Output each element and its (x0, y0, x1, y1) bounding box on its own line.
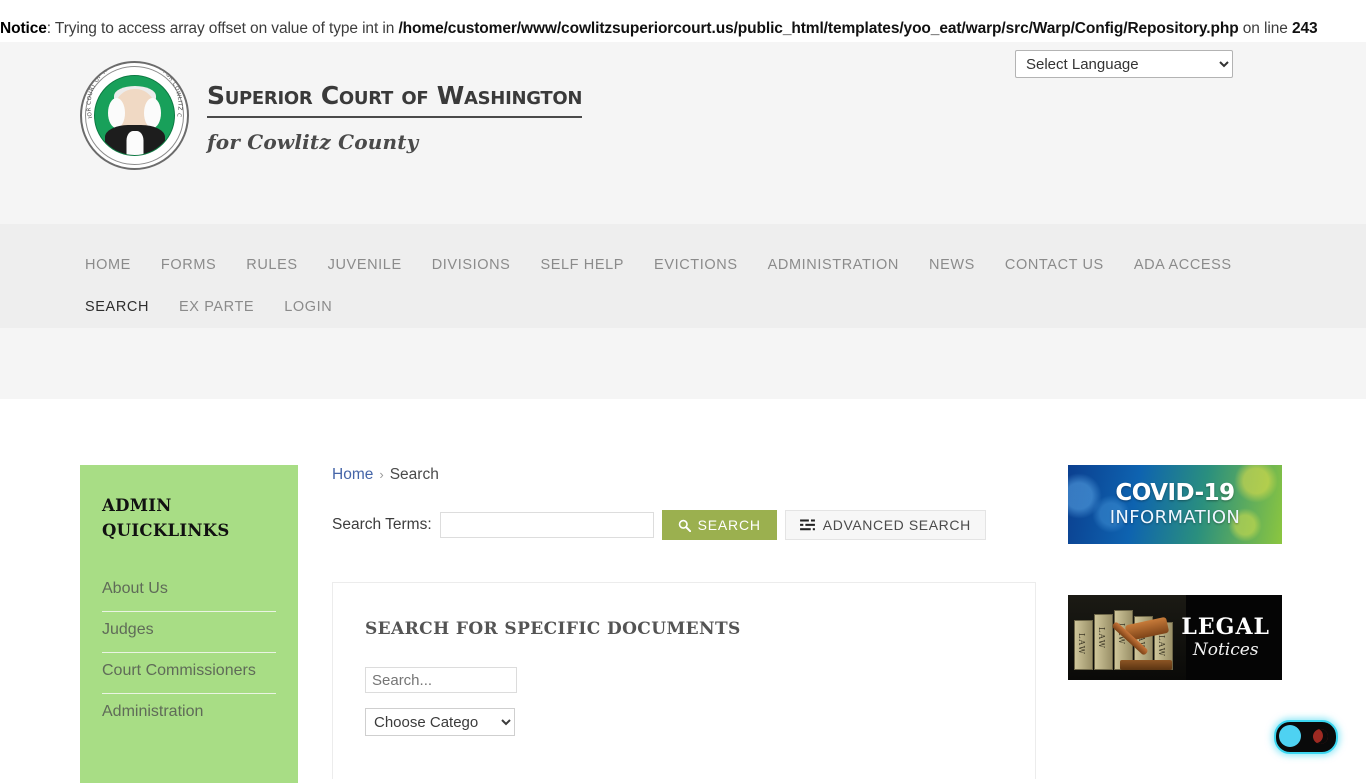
nav-item-contact-us[interactable]: CONTACT US (993, 244, 1116, 286)
nav-items-container: HOME FORMS RULES JUVENILE DIVISIONS SELF HELP… (70, 224, 1296, 328)
breadcrumb-home-link[interactable]: Home (332, 466, 373, 483)
quicklink-about-us[interactable]: About Us (102, 571, 276, 612)
quicklink-court-commissioners[interactable]: Court Commissioners (102, 653, 276, 694)
site-subtitle: for Cowlitz County (207, 130, 419, 154)
nav-item-evictions[interactable]: EVICTIONS (642, 244, 750, 286)
search-button-label: SEARCH (697, 517, 761, 533)
nav-item-home[interactable]: HOME (73, 244, 143, 286)
document-category-select[interactable]: Choose Catego (365, 708, 515, 736)
breadcrumb-separator-icon: › (379, 467, 384, 482)
header-subband (0, 328, 1366, 399)
nav-item-ex-parte[interactable]: EX PARTE (167, 286, 266, 328)
search-terms-label: Search Terms: (332, 516, 432, 533)
nav-item-divisions[interactable]: DIVISIONS (420, 244, 523, 286)
main-content: ADMIN QUICKLINKS About Us Judges Court Com… (70, 399, 1296, 783)
site-title: Superior Court of Washington (207, 81, 582, 118)
nav-item-administration[interactable]: ADMINISTRATION (756, 244, 911, 286)
covid-19-banner[interactable]: COVID-19 INFORMATION (1068, 465, 1282, 544)
sliders-icon (799, 518, 815, 531)
php-notice-banner: Notice: Trying to access array offset on… (0, 0, 1366, 42)
legal-banner-line2: Notices (1192, 639, 1259, 660)
nav-item-forms[interactable]: FORMS (149, 244, 228, 286)
quicklink-administration[interactable]: Administration (102, 694, 276, 734)
legal-banner-line1: LEGAL (1181, 613, 1270, 640)
nav-item-search[interactable]: SEARCH (73, 286, 161, 328)
search-terms-input[interactable] (439, 512, 654, 538)
search-icon (678, 519, 691, 532)
toggle-knob (1279, 725, 1301, 747)
breadcrumb-current: Search (389, 466, 439, 483)
language-select[interactable]: Select Language (1015, 50, 1233, 78)
quicklink-judges[interactable]: Judges (102, 612, 276, 653)
notice-label: Notice (0, 20, 47, 37)
dark-mode-toggle[interactable] (1274, 720, 1338, 754)
right-sidebar: COVID-19 INFORMATION LAW LAW LAW LAW LAW… (1068, 465, 1286, 783)
notice-tail: on line (1238, 20, 1292, 37)
moon-icon (1310, 726, 1331, 747)
center-column: Home › Search Search Terms: SEARCH ADVAN… (298, 465, 1068, 783)
notice-message: : Trying to access array offset on value… (46, 20, 399, 37)
quicklinks-title: ADMIN QUICKLINKS (102, 496, 230, 540)
notice-file-path: /home/customer/www/cowlitzsuperiorcourt.… (398, 20, 1239, 37)
nav-item-ada-access[interactable]: ADA ACCESS (1122, 244, 1244, 286)
court-seal-icon: SUPERIOR COURT OF WASHINGTON STATE FOR C… (80, 61, 189, 170)
breadcrumb: Home › Search (332, 465, 1036, 485)
nav-item-self-help[interactable]: SELF HELP (528, 244, 636, 286)
site-brand[interactable]: SUPERIOR COURT OF WASHINGTON STATE FOR C… (80, 61, 582, 170)
covid-banner-line2: INFORMATION (1109, 506, 1241, 528)
left-sidebar: ADMIN QUICKLINKS About Us Judges Court Com… (80, 465, 298, 783)
legal-notices-banner[interactable]: LAW LAW LAW LAW LAW LEGAL Notices (1068, 595, 1282, 680)
document-search-input[interactable] (365, 667, 517, 693)
quicklinks-list: About Us Judges Court Commissioners Adminis… (102, 571, 276, 734)
gavel-block-graphic (1120, 660, 1172, 670)
site-header: SUPERIOR COURT OF WASHINGTON STATE FOR C… (0, 42, 1366, 224)
covid-banner-line1: COVID-19 (1115, 479, 1235, 506)
documents-search-panel: SEARCH FOR SPECIFIC DOCUMENTS Choose Cat… (332, 582, 1036, 779)
nav-item-login[interactable]: LOGIN (272, 286, 344, 328)
search-button[interactable]: SEARCH (661, 510, 777, 540)
search-terms-row: Search Terms: SEARCH ADVANCED SEARCH (332, 510, 1036, 540)
advanced-search-label: ADVANCED SEARCH (822, 517, 971, 533)
nav-item-rules[interactable]: RULES (234, 244, 309, 286)
advanced-search-button[interactable]: ADVANCED SEARCH (784, 510, 986, 540)
main-navigation: HOME FORMS RULES JUVENILE DIVISIONS SELF HELP… (0, 224, 1366, 328)
documents-panel-title: SEARCH FOR SPECIFIC DOCUMENTS (365, 619, 741, 639)
nav-item-juvenile[interactable]: JUVENILE (316, 244, 414, 286)
notice-line-number: 243 (1291, 20, 1318, 37)
nav-item-news[interactable]: NEWS (917, 244, 987, 286)
admin-quicklinks-panel: ADMIN QUICKLINKS About Us Judges Court Com… (80, 465, 298, 783)
